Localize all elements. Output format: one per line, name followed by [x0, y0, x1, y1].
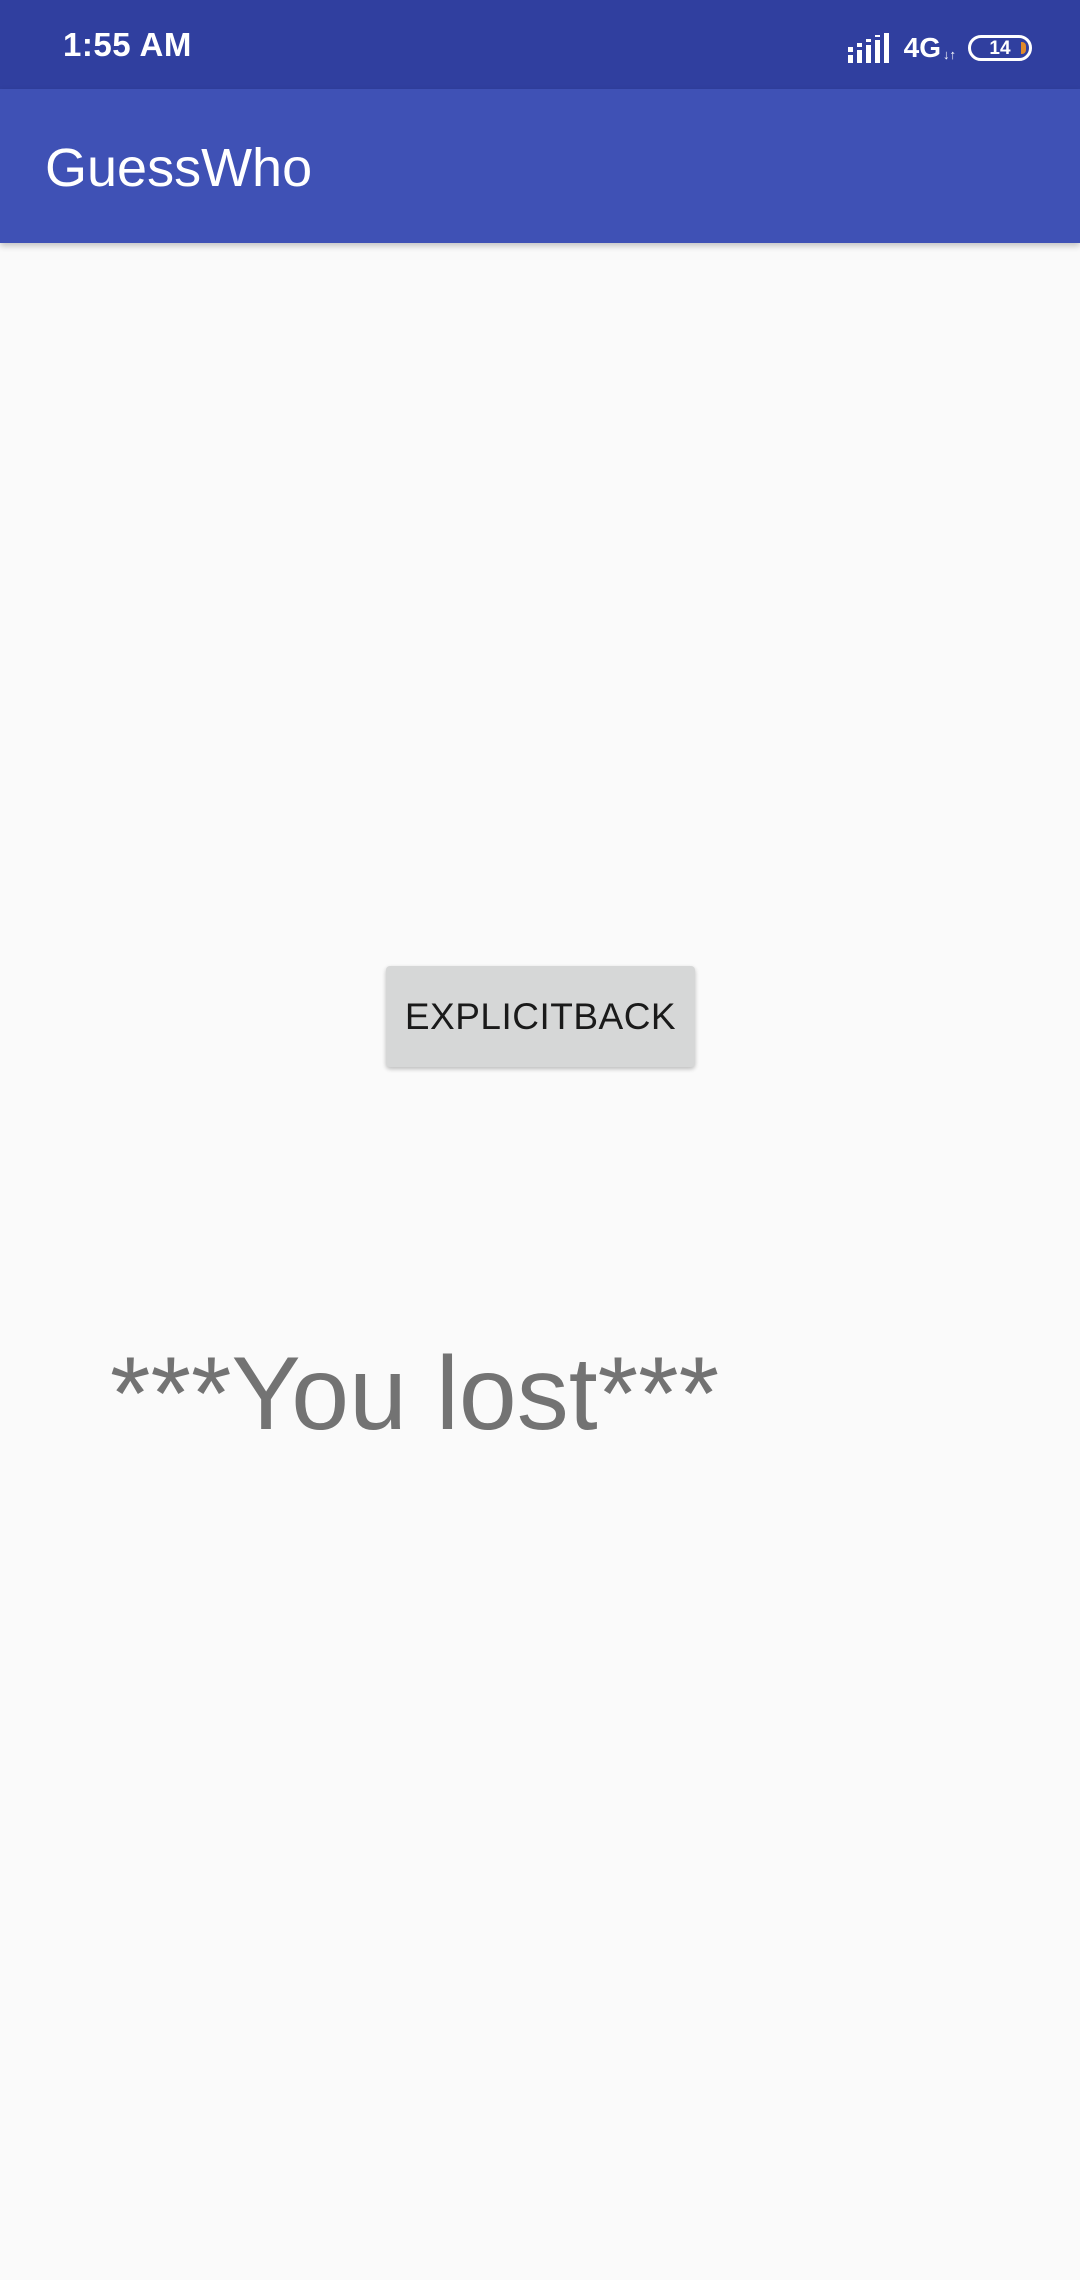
signal-icon [847, 33, 889, 63]
app-title: GuessWho [45, 138, 313, 198]
status-time: 1:55 AM [63, 26, 192, 63]
explicit-back-button[interactable]: EXPLICITBACK [386, 966, 695, 1067]
battery-fill [1021, 42, 1026, 54]
status-icons: 4G ↓↑ 14 [847, 28, 1032, 68]
network-type-label: 4G [903, 32, 941, 63]
battery-icon: 14 [968, 35, 1032, 61]
result-text: ***You lost*** [110, 1336, 720, 1452]
data-activity-icon: ↓↑ [943, 47, 956, 62]
status-bar: 1:55 AM 4G ↓↑ 14 [0, 0, 1080, 89]
app-bar: GuessWho [0, 89, 1080, 243]
battery-level: 14 [989, 37, 1011, 59]
